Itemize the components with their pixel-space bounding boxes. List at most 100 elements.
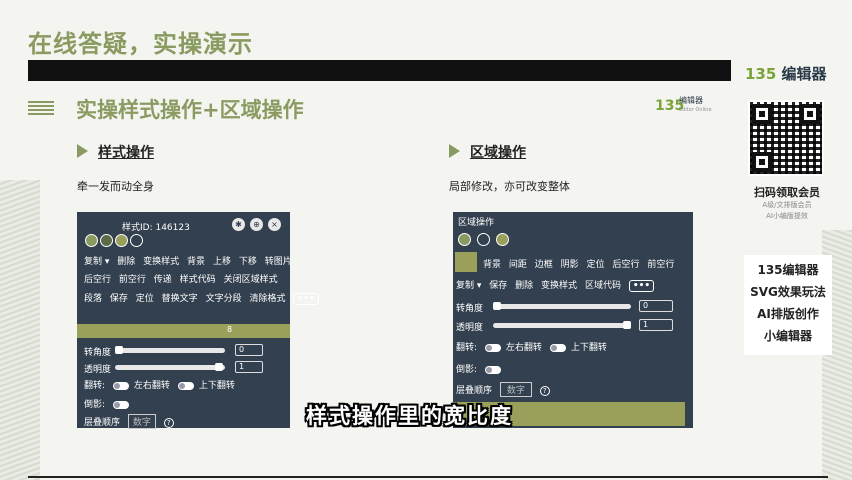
toolbar-button[interactable]: 定位	[136, 294, 154, 304]
olive-strip: 8	[77, 324, 290, 338]
toolbar-button[interactable]: 后空行	[84, 275, 111, 285]
qr-code	[748, 100, 824, 176]
region-panel: 区域操作 背景 间距 边框 阴影 定位 后空行 前空行 复制 ▾ 保存 删除 变…	[453, 212, 693, 428]
reflect-toggle[interactable]	[112, 400, 129, 409]
feature-item: 135编辑器	[757, 263, 819, 277]
flip-label: 翻转:	[456, 343, 478, 353]
toolbar-button[interactable]: 样式代码	[180, 275, 216, 285]
toolbar-button[interactable]: 区域代码	[585, 281, 621, 291]
toolbar-button[interactable]: 后空行	[612, 260, 639, 270]
reflect-label: 倒影:	[456, 365, 478, 375]
help-icon[interactable]: ?	[163, 418, 174, 428]
flip-lr-toggle[interactable]	[112, 381, 129, 390]
toolbar-button[interactable]: 替换文字	[162, 294, 198, 304]
opacity-input[interactable]: 1	[639, 319, 673, 331]
opacity-input[interactable]: 1	[235, 361, 263, 373]
slider-knob[interactable]	[215, 363, 223, 371]
rotate-label: 转角度	[456, 304, 484, 314]
toolbar-button[interactable]: 前空行	[119, 275, 146, 285]
rotate-slider[interactable]	[115, 346, 225, 354]
layer-input[interactable]: 数字	[127, 414, 156, 429]
toolbar-button[interactable]: 阴影	[561, 260, 579, 270]
flip-ud-toggle[interactable]	[549, 343, 566, 352]
more-button[interactable]: •••	[293, 293, 319, 305]
opacity-slider[interactable]	[493, 321, 631, 329]
help-icon[interactable]: ?	[539, 386, 550, 396]
layer-label: 层叠顺序	[84, 418, 121, 428]
rotate-input[interactable]: 0	[235, 344, 263, 356]
toolbar-row: 段落 保存 定位 替换文字 文字分段 清除格式 •••	[84, 291, 324, 305]
flip-label: 翻转:	[84, 381, 106, 391]
mini-logo: 135 编辑器 Editor Online	[655, 95, 715, 123]
toolbar-button[interactable]: 间距	[509, 260, 527, 270]
layer-input[interactable]: 数字	[499, 382, 532, 397]
toolbar-row: 背景 间距 边框 阴影 定位 后空行 前空行	[483, 257, 679, 270]
color-swatch[interactable]	[100, 234, 113, 247]
slider-knob[interactable]	[493, 302, 501, 310]
slider-knob[interactable]	[623, 321, 631, 329]
layer-row: 层叠顺序 数字 ?	[456, 382, 555, 397]
video-subtitle: 样式操作里的宽比度	[306, 404, 513, 428]
rotate-slider[interactable]	[493, 302, 631, 310]
toolbar-button[interactable]: 删除	[117, 257, 135, 267]
color-swatch[interactable]	[477, 233, 490, 246]
toolbar-button[interactable]: 边框	[535, 260, 553, 270]
layer-label: 层叠顺序	[456, 386, 493, 396]
toolbar-button[interactable]: 上移	[213, 257, 231, 267]
toolbar-button[interactable]: 清除格式	[249, 294, 285, 304]
mini-logo-en: Editor Online	[679, 107, 712, 113]
opacity-slider[interactable]	[115, 363, 225, 371]
toolbar-button[interactable]: 变换样式	[541, 281, 577, 291]
rotate-input[interactable]: 0	[639, 300, 673, 312]
toolbar-button[interactable]: 复制 ▾	[84, 257, 109, 267]
toolbar-row: 复制 ▾ 删除 变换样式 背景 上移 下移 转图片	[84, 254, 297, 267]
toolbar-button[interactable]: 保存	[110, 294, 128, 304]
feature-item: SVG效果玩法	[750, 285, 826, 299]
toolbar-button[interactable]: 背景	[187, 257, 205, 267]
color-swatch[interactable]	[458, 233, 471, 246]
settings-icon[interactable]: ✱	[232, 218, 245, 231]
left-description: 牵一发而动全身	[77, 180, 154, 193]
flip-lr-toggle[interactable]	[484, 343, 501, 352]
layer-row: 层叠顺序 数字 ?	[84, 414, 179, 429]
page-title: 在线答疑，实操演示	[28, 30, 253, 58]
toolbar-button[interactable]: 变换样式	[143, 257, 179, 267]
opacity-label: 透明度	[84, 365, 112, 375]
slider-knob[interactable]	[115, 346, 123, 354]
flip-ud-toggle[interactable]	[177, 381, 194, 390]
toolbar-button[interactable]: 删除	[515, 281, 533, 291]
toolbar-button[interactable]: 复制 ▾	[456, 281, 481, 291]
toolbar-button[interactable]: 保存	[489, 281, 507, 291]
toolbar-button[interactable]: 下移	[239, 257, 257, 267]
mini-logo-name: 编辑器	[679, 96, 703, 105]
qr-finder	[752, 104, 772, 124]
toolbar-button[interactable]: 文字分段	[206, 294, 242, 304]
more-button[interactable]: •••	[628, 280, 655, 292]
flip-lr-label: 左右翻转	[133, 381, 170, 391]
qr-finder	[800, 104, 820, 124]
color-swatch[interactable]	[115, 234, 128, 247]
left-heading: 样式操作	[98, 145, 154, 161]
flip-row: 翻转: 左右翻转 上下翻转	[84, 378, 240, 391]
flip-ud-label: 上下翻转	[198, 381, 235, 391]
close-icon[interactable]: ×	[268, 218, 281, 231]
color-swatch[interactable]	[85, 234, 98, 247]
qr-finder	[752, 152, 772, 172]
toolbar-button[interactable]: 传递	[154, 275, 172, 285]
color-swatch[interactable]	[130, 234, 143, 247]
brand-number: 135	[745, 65, 777, 83]
toolbar-button[interactable]: 前空行	[647, 260, 674, 270]
flip-lr-label: 左右翻转	[505, 343, 542, 353]
color-swatch[interactable]	[496, 233, 509, 246]
reflect-toggle[interactable]	[484, 365, 501, 374]
reflect-row: 倒影:	[456, 362, 506, 375]
toolbar-button[interactable]: 关闭区域样式	[224, 275, 278, 285]
reflect-row: 倒影:	[84, 397, 134, 410]
toolbar-button[interactable]: 段落	[84, 294, 102, 304]
toolbar-button[interactable]: 转图片	[265, 257, 292, 267]
brand-logo: 135 编辑器	[745, 63, 827, 84]
toolbar-row: 后空行 前空行 传递 样式代码 关闭区域样式	[84, 272, 283, 285]
toolbar-button[interactable]: 定位	[587, 260, 605, 270]
pin-icon[interactable]: ⊕	[250, 218, 263, 231]
toolbar-button[interactable]: 背景	[483, 260, 501, 270]
